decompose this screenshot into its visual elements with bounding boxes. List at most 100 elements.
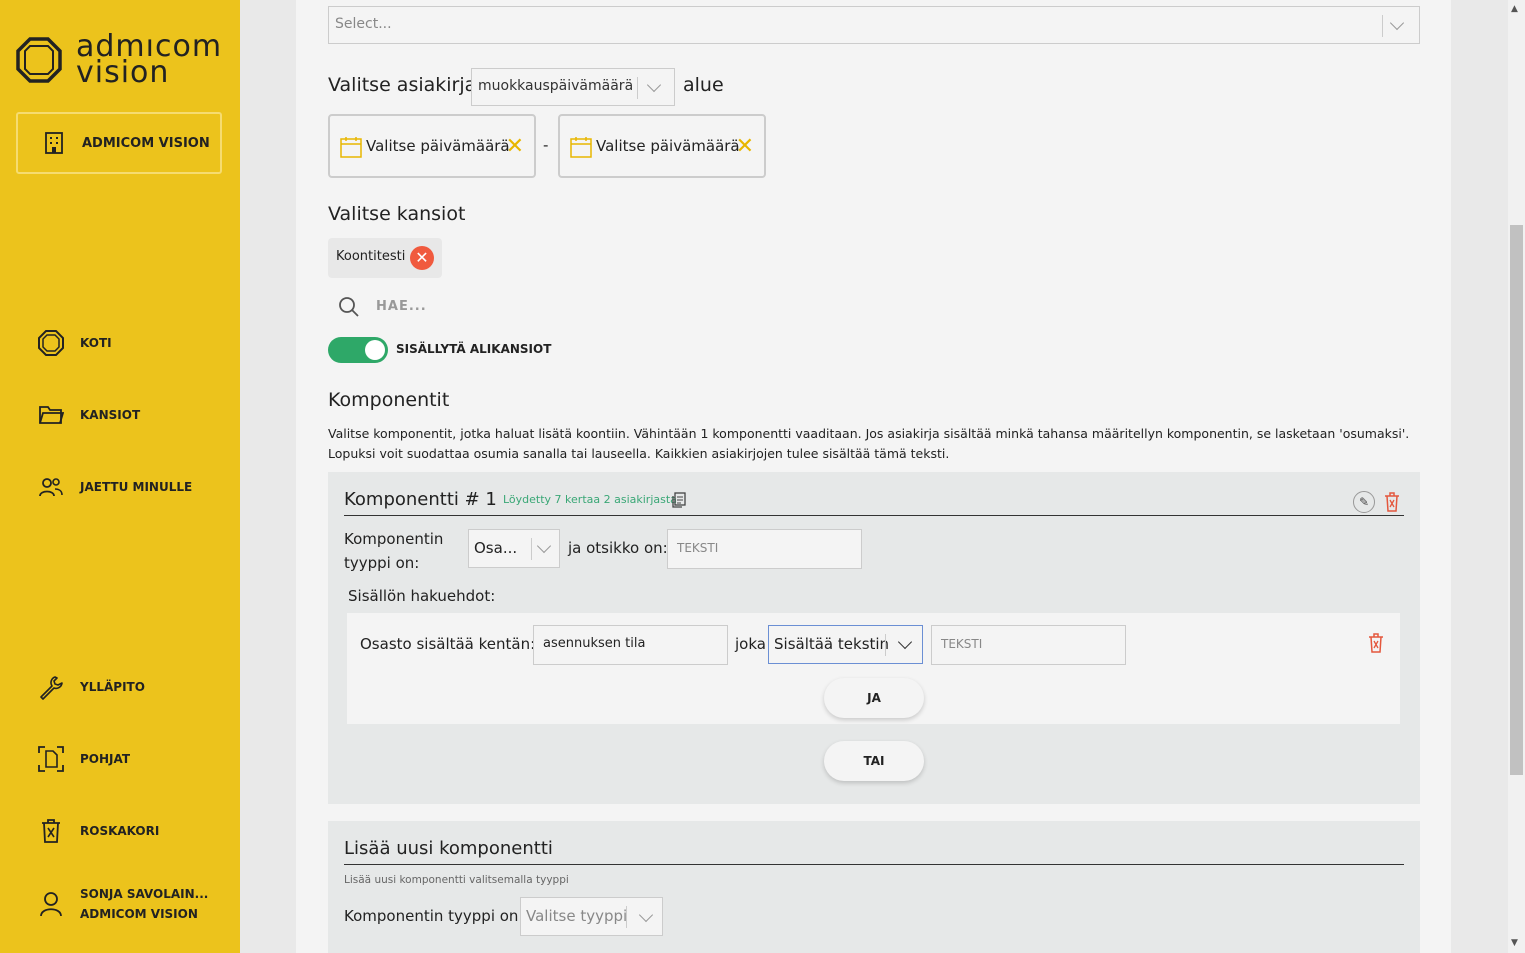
nav-item-jaettu-minulle[interactable]: JAETTU MINULLE: [38, 472, 192, 502]
scroll-down-icon[interactable]: ▼: [1511, 938, 1518, 948]
components-heading: Komponentit: [328, 389, 450, 411]
delete-component-icon[interactable]: [1384, 492, 1400, 512]
calendar-icon: [340, 137, 362, 158]
logo-text: admıcom vision: [76, 32, 222, 88]
include-subfolders-label: SISÄLLYTÄ ALIKANSIOT: [396, 342, 552, 356]
type-label-line: tyyppi on:: [344, 554, 420, 572]
document-range-prefix: Valitse asiakirja: [328, 74, 477, 96]
delete-condition-icon[interactable]: [1368, 633, 1384, 653]
folder-search[interactable]: HAE...: [338, 296, 426, 322]
admicom-logo[interactable]: admıcom vision: [16, 32, 222, 88]
component-type-label: Komponentin tyyppi on:: [344, 527, 443, 575]
remove-folder-icon[interactable]: ✕: [410, 246, 434, 270]
select-separator: [637, 77, 638, 99]
nav-item-roskakori[interactable]: ROSKAKORI: [38, 816, 159, 846]
start-date-picker[interactable]: Valitse päivämäärä ✕: [328, 114, 536, 178]
chevron-down-icon: [1389, 15, 1405, 31]
end-date-placeholder: Valitse päivämäärä: [596, 137, 740, 155]
component-type-select[interactable]: Osa...: [468, 529, 560, 568]
right-gutter: [1451, 0, 1508, 953]
title-input-placeholder: TEKSTI: [677, 541, 719, 555]
top-select-placeholder: Select...: [335, 16, 392, 32]
folders-heading: Valitse kansiot: [328, 203, 466, 225]
user-org: ADMICOM VISION: [80, 907, 198, 921]
add-component-divider: [344, 864, 1404, 865]
condition-value-input[interactable]: TEKSTI: [931, 625, 1126, 665]
component-title-divider: [344, 515, 1404, 516]
condition-joiner: joka: [735, 635, 766, 653]
description-line: Lopuksi voit suodattaa osumia sanalla ta…: [328, 446, 950, 461]
select-separator: [626, 906, 627, 928]
title-label: ja otsikko on:: [568, 539, 668, 557]
nav-label: POHJAT: [80, 752, 131, 766]
add-type-select[interactable]: Valitse tyyppi: [520, 897, 663, 936]
template-icon: [38, 746, 64, 772]
calendar-icon: [570, 137, 592, 158]
nav-item-yllapito[interactable]: YLLÄPITO: [38, 672, 145, 702]
components-description: Valitse komponentit, jotka haluat lisätä…: [328, 424, 1420, 464]
nav-label: KOTI: [80, 336, 112, 350]
nav-label: ROSKAKORI: [80, 824, 160, 838]
condition-field-label: Osasto sisältää kentän:: [360, 635, 536, 653]
description-line: Valitse komponentit, jotka haluat lisätä…: [328, 426, 1410, 441]
nav-item-koti[interactable]: KOTI: [38, 328, 112, 358]
select-separator: [531, 538, 532, 560]
clear-start-date-icon[interactable]: ✕: [506, 136, 524, 158]
add-type-label: Komponentin tyyppi on:: [344, 907, 524, 925]
logo-octagon-icon: [16, 37, 62, 83]
edit-component-icon[interactable]: ✎: [1353, 491, 1375, 513]
folder-search-placeholder: HAE...: [376, 299, 427, 314]
wrench-icon: [38, 674, 64, 700]
date-field-value: muokkauspäivämäärä: [478, 78, 634, 94]
building-icon: [45, 132, 63, 154]
nav-label: KANSIOT: [80, 408, 141, 422]
chevron-down-icon: [536, 538, 552, 554]
date-field-select[interactable]: muokkauspäivämäärä: [471, 68, 675, 106]
chevron-down-icon: [646, 77, 662, 93]
user-label: SONJA SAVOLAIN... ADMICOM VISION: [80, 884, 208, 924]
nav-label: YLLÄPITO: [80, 680, 145, 694]
component-title: Komponentti # 1: [344, 489, 497, 510]
user-menu[interactable]: SONJA SAVOLAIN... ADMICOM VISION: [38, 884, 208, 924]
condition-operator-value: Sisältää tekstin: [774, 635, 890, 653]
condition-field-value: asennuksen tila: [543, 636, 646, 651]
org-button-label: ADMICOM VISION: [82, 135, 210, 151]
org-switch-button[interactable]: ADMICOM VISION: [16, 112, 222, 174]
chevron-down-icon: [897, 634, 913, 650]
found-count-text: Löydetty 7 kertaa 2 asiakirjasta: [503, 493, 677, 506]
search-icon: [339, 297, 359, 317]
add-component-title: Lisää uusi komponentti: [344, 838, 553, 859]
select-separator: [885, 634, 886, 656]
folder-chip-label: Koontitesti: [336, 249, 406, 264]
condition-operator-select[interactable]: Sisältää tekstin: [768, 625, 923, 664]
document-range-suffix: alue: [683, 74, 724, 96]
select-separator: [1382, 15, 1383, 37]
and-button[interactable]: JA: [824, 678, 924, 718]
clear-end-date-icon[interactable]: ✕: [736, 136, 754, 158]
top-select[interactable]: Select...: [328, 6, 1420, 44]
or-button[interactable]: TAI: [824, 741, 924, 781]
toggle-knob: [365, 340, 385, 360]
trash-icon: [38, 818, 64, 844]
sidebar: admıcom vision ADMICOM VISION KOTI KANSI…: [0, 0, 240, 953]
user-icon: [38, 891, 64, 917]
chevron-down-icon: [638, 907, 654, 923]
scroll-up-icon[interactable]: ▲: [1511, 4, 1518, 14]
component-type-value: Osa...: [474, 539, 518, 557]
date-range-separator: -: [543, 136, 549, 154]
nav-item-pohjat[interactable]: POHJAT: [38, 744, 130, 774]
include-subfolders-toggle[interactable]: [328, 337, 388, 363]
component-title-input[interactable]: TEKSTI: [667, 529, 862, 569]
scrollbar-thumb[interactable]: [1510, 225, 1523, 775]
users-icon: [38, 474, 64, 500]
folder-chip: Koontitesti ✕: [328, 238, 442, 278]
end-date-picker[interactable]: Valitse päivämäärä ✕: [558, 114, 766, 178]
condition-field-input[interactable]: asennuksen tila: [533, 625, 728, 665]
start-date-placeholder: Valitse päivämäärä: [366, 137, 510, 155]
folder-icon: [38, 402, 64, 428]
nav-item-kansiot[interactable]: KANSIOT: [38, 400, 140, 430]
nav-label: JAETTU MINULLE: [80, 480, 193, 494]
add-type-placeholder: Valitse tyyppi: [526, 907, 628, 925]
copy-icon[interactable]: [672, 492, 686, 508]
type-label-line: Komponentin: [344, 530, 444, 548]
